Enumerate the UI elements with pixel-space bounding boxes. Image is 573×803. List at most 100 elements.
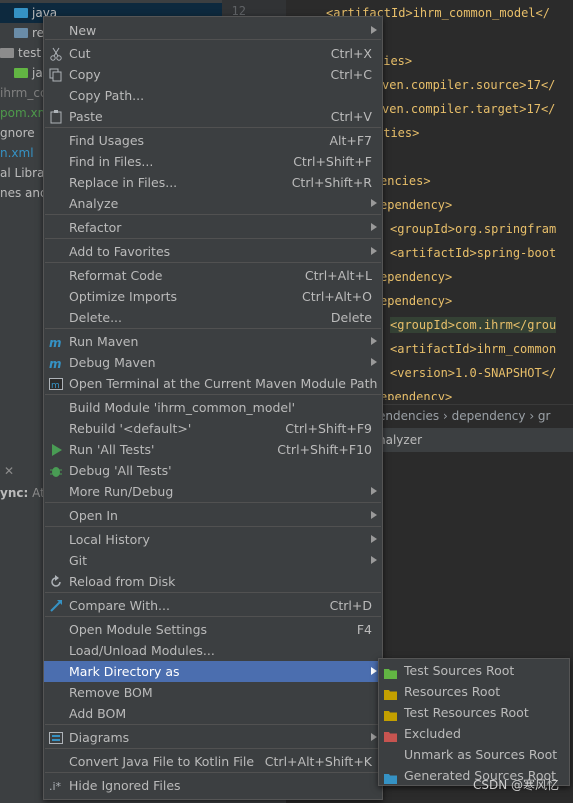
menu-item-add-to-favorites[interactable]: Add to Favorites [44, 241, 382, 262]
menu-item-label: Debug Maven [69, 355, 156, 370]
submenu-item-label: Test Sources Root [404, 663, 515, 678]
menu-item-delete[interactable]: Delete... Delete [44, 307, 382, 328]
menu-item-hide-ignored-files[interactable]: .i* Hide Ignored Files [44, 775, 382, 796]
code-line: ependency> [380, 270, 453, 284]
menu-item-label: Add BOM [69, 706, 127, 721]
menu-item-local-history[interactable]: Local History [44, 529, 382, 550]
svg-text:m: m [51, 381, 60, 391]
submenu-item-test-sources-root[interactable]: Test Sources Root [379, 660, 569, 681]
menu-item-label: Convert Java File to Kotlin File [69, 754, 255, 769]
menu-item-label: Load/Unload Modules... [69, 643, 215, 658]
code-line: ependency> [380, 294, 453, 308]
submenu-item-resources-root[interactable]: Resources Root [379, 681, 569, 702]
submenu-arrow-icon [371, 247, 377, 255]
menu-item-copy-path[interactable]: Copy Path... [44, 85, 382, 106]
menu-item-debug-all-tests[interactable]: Debug 'All Tests' [44, 460, 382, 481]
menu-item-shortcut: Ctrl+Shift+F9 [285, 421, 372, 436]
cut-icon [49, 46, 63, 61]
menu-item-label: Refactor [69, 220, 122, 235]
menu-item-label: Cut [69, 46, 91, 61]
menu-item-shortcut: Ctrl+Alt+L [304, 268, 372, 283]
submenu-item-unmark-as-sources-root[interactable]: Unmark as Sources Root [379, 744, 569, 765]
menu-item-find-in-files[interactable]: Find in Files... Ctrl+Shift+F [44, 151, 382, 172]
menu-item-label: Local History [69, 532, 150, 547]
menu-item-remove-bom[interactable]: Remove BOM [44, 682, 382, 703]
menu-item-convert-java-file-to-kotlin-file[interactable]: Convert Java File to Kotlin File Ctrl+Alt… [44, 751, 382, 772]
tree-item-scratches[interactable]: nes and [0, 183, 48, 203]
menu-item-paste[interactable]: Paste Ctrl+V [44, 106, 382, 127]
menu-item-run-maven[interactable]: m Run Maven [44, 331, 382, 352]
menu-item-label: Open Terminal at the Current Maven Modul… [69, 376, 378, 391]
menu-item-label: Add to Favorites [69, 244, 171, 259]
folder-icon [0, 48, 14, 58]
paste-icon [49, 109, 63, 124]
menu-item-build-module-ihrm-common-model[interactable]: Build Module 'ihrm_common_model' [44, 397, 382, 418]
menu-item-cut[interactable]: Cut Ctrl+X [44, 43, 382, 64]
menu-item-load-unload-modules[interactable]: Load/Unload Modules... [44, 640, 382, 661]
tree-item-test-java[interactable]: ja [14, 63, 43, 83]
test-folder-icon [14, 68, 28, 78]
menu-item-shortcut: Ctrl+Alt+O [302, 289, 372, 304]
menu-item-label: New [69, 23, 97, 38]
menu-item-add-bom[interactable]: Add BOM [44, 703, 382, 724]
menu-item-open-terminal-at-the-current-maven-module-path[interactable]: m Open Terminal at the Current Maven Modu… [44, 373, 382, 394]
menu-item-label: Copy [69, 67, 101, 82]
menu-item-copy[interactable]: Copy Ctrl+C [44, 64, 382, 85]
menu-item-analyze[interactable]: Analyze [44, 193, 382, 214]
tree-item-external-libraries[interactable]: al Librar [0, 163, 49, 183]
submenu-arrow-icon [371, 223, 377, 231]
menu-item-label: Diagrams [69, 730, 130, 745]
tree-item-root-pom[interactable]: n.xml [0, 143, 34, 163]
menu-item-compare-with[interactable]: Compare With... Ctrl+D [44, 595, 382, 616]
menu-item-refactor[interactable]: Refactor [44, 217, 382, 238]
menu-item-find-usages[interactable]: Find Usages Alt+F7 [44, 130, 382, 151]
menu-item-new[interactable]: New [44, 20, 382, 41]
menu-item-shortcut: Ctrl+Alt+Shift+K [264, 754, 372, 769]
sync-status: ync: At [0, 486, 45, 500]
submenu-item-excluded[interactable]: Excluded [379, 723, 569, 744]
submenu-item-test-resources-root[interactable]: Test Resources Root [379, 702, 569, 723]
copy-icon [49, 67, 63, 82]
menu-item-shortcut: Ctrl+V [330, 109, 372, 124]
tree-item-pom[interactable]: pom.xm [0, 103, 49, 123]
menu-item-rebuild-default[interactable]: Rebuild '<default>' Ctrl+Shift+F9 [44, 418, 382, 439]
menu-item-reload-from-disk[interactable]: Reload from Disk [44, 571, 382, 592]
menu-item-open-in[interactable]: Open In [44, 505, 382, 526]
run-panel-header: ✕ [0, 462, 14, 480]
menu-separator [45, 748, 381, 749]
menu-separator [45, 238, 381, 239]
menu-item-shortcut: Ctrl+X [330, 46, 372, 61]
menu-item-label: Run Maven [69, 334, 139, 349]
tree-item-test[interactable]: test [0, 43, 41, 63]
submenu-arrow-icon [371, 337, 377, 345]
menu-item-replace-in-files[interactable]: Replace in Files... Ctrl+Shift+R [44, 172, 382, 193]
menu-separator [45, 502, 381, 503]
menu-item-shortcut: Ctrl+D [329, 598, 372, 613]
tree-item-gitignore[interactable]: gnore [0, 123, 35, 143]
menu-item-label: Replace in Files... [69, 175, 178, 190]
menu-item-reformat-code[interactable]: Reformat Code Ctrl+Alt+L [44, 265, 382, 286]
tree-item-resources[interactable]: re [14, 23, 44, 43]
submenu-arrow-icon [371, 556, 377, 564]
menu-item-git[interactable]: Git [44, 550, 382, 571]
menu-item-label: Rebuild '<default>' [69, 421, 192, 436]
submenu-arrow-icon [371, 667, 377, 675]
watermark: CSDN @寒风忆 [472, 778, 559, 792]
run-icon [49, 442, 63, 456]
menu-item-mark-directory-as[interactable]: Mark Directory as [44, 661, 382, 682]
menu-item-optimize-imports[interactable]: Optimize Imports Ctrl+Alt+O [44, 286, 382, 307]
code-line: <version>1.0-SNAPSHOT</ [390, 366, 557, 380]
submenu-arrow-icon [371, 26, 377, 34]
compare-icon [49, 598, 63, 612]
close-icon[interactable]: ✕ [0, 464, 14, 478]
menu-item-debug-maven[interactable]: m Debug Maven [44, 352, 382, 373]
menu-item-open-module-settings[interactable]: Open Module Settings F4 [44, 619, 382, 640]
code-line-highlighted: <groupId>com.ihrm</grou [390, 317, 557, 333]
folder-icon [14, 28, 28, 38]
menu-item-more-run-debug[interactable]: More Run/Debug [44, 481, 382, 502]
menu-item-shortcut: Ctrl+Shift+F [293, 154, 372, 169]
menu-item-diagrams[interactable]: Diagrams [44, 727, 382, 748]
menu-item-label: Open In [69, 508, 118, 523]
menu-item-run-all-tests[interactable]: Run 'All Tests' Ctrl+Shift+F10 [44, 439, 382, 460]
tree-item-target[interactable]: ihrm_co [0, 83, 47, 103]
